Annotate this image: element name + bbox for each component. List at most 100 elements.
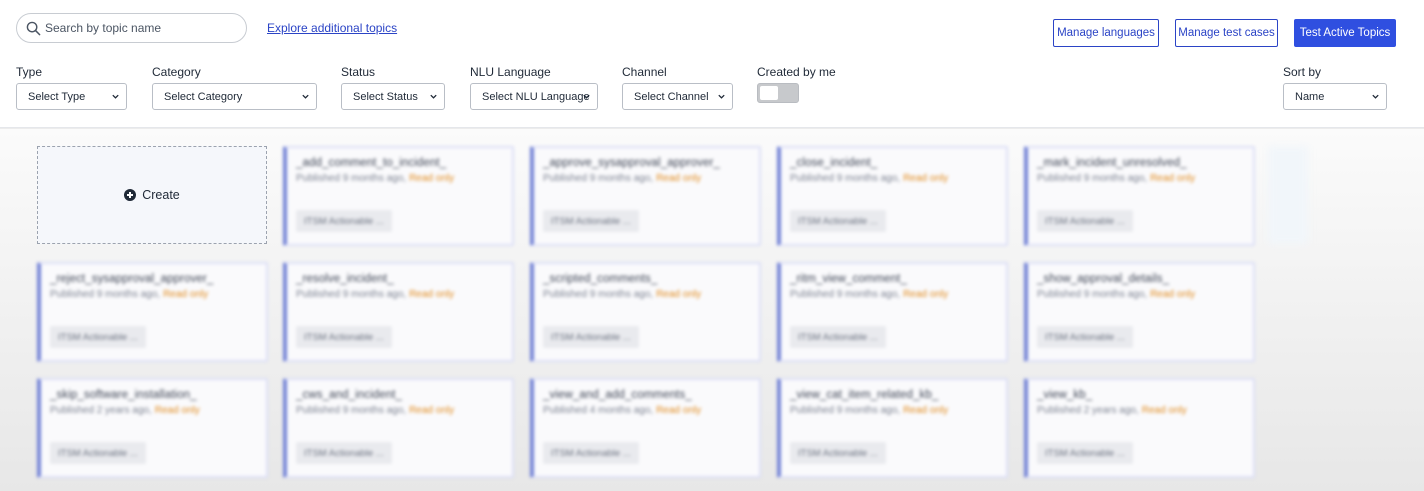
status-select-value: Select Status	[353, 90, 418, 103]
topic-category-tag: ITSM Actionable ...	[790, 326, 886, 348]
topic-card[interactable]: _ritm_view_comment_ Published 9 months ag…	[777, 262, 1008, 362]
plus-circle-icon	[124, 189, 137, 201]
category-select[interactable]: Select Category	[152, 83, 317, 110]
topic-card[interactable]: _view_cat_item_related_kb_ Published 9 mo…	[777, 378, 1008, 478]
topic-published: Published 9 months ago,	[790, 289, 901, 300]
topic-card[interactable]: _scripted_comments_ Published 9 months ag…	[530, 262, 761, 362]
topic-meta: Published 9 months ago, Read only	[1037, 289, 1195, 300]
topic-card[interactable]: _mark_incident_unresolved_ Published 9 mo…	[1024, 146, 1255, 246]
topic-category-tag: ITSM Actionable ...	[296, 442, 392, 464]
nlu-language-select[interactable]: Select NLU Language	[470, 83, 598, 110]
search-icon	[26, 21, 41, 35]
topic-name: _close_incident_	[790, 157, 878, 169]
topic-category-tag: ITSM Actionable ...	[50, 326, 146, 348]
topic-published: Published 9 months ago,	[296, 289, 407, 300]
channel-select[interactable]: Select Channel	[622, 83, 733, 110]
topic-category-tag: ITSM Actionable ...	[50, 442, 146, 464]
created-by-me-toggle[interactable]	[757, 83, 799, 103]
topic-card[interactable]: _resolve_incident_ Published 9 months ago…	[283, 262, 514, 362]
topic-published: Published 9 months ago,	[1037, 289, 1148, 300]
topic-status: Read only	[409, 173, 455, 184]
type-select[interactable]: Select Type	[16, 83, 127, 110]
topic-category-tag: ITSM Actionable ...	[790, 442, 886, 464]
topic-card[interactable]: _cws_and_incident_ Published 9 months ago…	[283, 378, 514, 478]
chevron-down-icon	[112, 94, 119, 99]
status-select[interactable]: Select Status	[341, 83, 445, 110]
topic-status: Read only	[656, 173, 702, 184]
topic-category-tag: ITSM Actionable ...	[296, 326, 392, 348]
topic-card[interactable]: _reject_sysapproval_approver_ Published 9…	[37, 262, 268, 362]
chevron-down-icon	[302, 94, 309, 99]
category-select-value: Select Category	[164, 90, 243, 103]
topic-card[interactable]: _approve_sysapproval_approver_ Published …	[530, 146, 761, 246]
topic-category-tag: ITSM Actionable ...	[296, 210, 392, 232]
topic-name: _add_comment_to_incident_	[296, 157, 447, 169]
create-topic-card[interactable]: Create	[37, 146, 267, 244]
topic-card[interactable]: _skip_software_installation_ Published 2 …	[37, 378, 268, 478]
topics-header: Explore additional topics Manage languag…	[0, 0, 1424, 128]
chevron-down-icon	[718, 94, 725, 99]
topic-status: Read only	[1150, 173, 1196, 184]
topic-name: _show_approval_details_	[1037, 273, 1170, 285]
topic-published: Published 9 months ago,	[1037, 173, 1148, 184]
topic-category-tag: ITSM Actionable ...	[1037, 210, 1133, 232]
nlu-language-select-value: Select NLU Language	[482, 90, 590, 103]
topic-name: _skip_software_installation_	[50, 389, 197, 401]
topic-meta: Published 2 years ago, Read only	[50, 405, 200, 416]
topic-meta: Published 4 months ago, Read only	[543, 405, 701, 416]
sort-by-select[interactable]: Name	[1283, 83, 1387, 110]
topic-card[interactable]: _view_kb_ Published 2 years ago, Read only…	[1024, 378, 1255, 478]
topic-category-tag: ITSM Actionable ...	[1037, 326, 1133, 348]
status-filter-label: Status	[341, 65, 376, 79]
topic-status: Read only	[903, 173, 949, 184]
topic-meta: Published 9 months ago, Read only	[543, 289, 701, 300]
topic-card[interactable]: _close_incident_ Published 9 months ago, R…	[777, 146, 1008, 246]
chevron-down-icon	[583, 94, 590, 99]
test-active-topics-button[interactable]: Test Active Topics	[1294, 19, 1396, 47]
topic-meta: Published 9 months ago, Read only	[543, 173, 701, 184]
topic-status: Read only	[1150, 289, 1196, 300]
type-select-value: Select Type	[28, 90, 86, 103]
topic-meta: Published 9 months ago, Read only	[296, 405, 454, 416]
manage-test-cases-button[interactable]: Manage test cases	[1175, 19, 1278, 47]
topic-category-tag: ITSM Actionable ...	[543, 210, 639, 232]
topic-name: _reject_sysapproval_approver_	[50, 273, 214, 285]
topic-card[interactable]: _view_and_add_comments_ Published 4 month…	[530, 378, 761, 478]
created-by-me-label: Created by me	[757, 65, 836, 79]
topic-published: Published 9 months ago,	[296, 173, 407, 184]
category-filter-label: Category	[152, 65, 201, 79]
topic-status: Read only	[656, 289, 702, 300]
topic-published: Published 9 months ago,	[790, 405, 901, 416]
topic-meta: Published 9 months ago, Read only	[790, 289, 948, 300]
topics-grid: Create _add_comment_to_incident_ Publishe…	[0, 129, 1424, 491]
topic-status: Read only	[903, 405, 949, 416]
topic-name: _mark_incident_unresolved_	[1037, 157, 1187, 169]
topic-meta: Published 9 months ago, Read only	[790, 173, 948, 184]
topic-status: Read only	[409, 289, 455, 300]
topic-status: Read only	[656, 405, 702, 416]
topic-card[interactable]: _show_approval_details_ Published 9 month…	[1024, 262, 1255, 362]
search-box[interactable]	[16, 13, 247, 43]
channel-select-value: Select Channel	[634, 90, 709, 103]
topic-category-tag: ITSM Actionable ...	[790, 210, 886, 232]
toggle-knob	[760, 86, 778, 100]
topic-published: Published 9 months ago,	[296, 405, 407, 416]
topic-published: Published 9 months ago,	[543, 173, 654, 184]
partial-card	[1268, 146, 1308, 244]
explore-additional-topics-link[interactable]: Explore additional topics	[267, 21, 397, 35]
topic-status: Read only	[903, 289, 949, 300]
type-filter-label: Type	[16, 65, 43, 79]
topic-card[interactable]: _add_comment_to_incident_ Published 9 mon…	[283, 146, 514, 246]
topic-name: _view_and_add_comments_	[543, 389, 692, 401]
manage-languages-button[interactable]: Manage languages	[1053, 19, 1159, 47]
topic-category-tag: ITSM Actionable ...	[543, 442, 639, 464]
topic-name: _scripted_comments_	[543, 273, 658, 285]
topic-published: Published 9 months ago,	[790, 173, 901, 184]
topic-meta: Published 2 years ago, Read only	[1037, 405, 1187, 416]
search-input[interactable]	[45, 21, 235, 35]
topic-name: _approve_sysapproval_approver_	[543, 157, 720, 169]
chevron-down-icon	[430, 94, 437, 99]
sort-by-select-value: Name	[1295, 90, 1325, 103]
topic-meta: Published 9 months ago, Read only	[50, 289, 208, 300]
topic-category-tag: ITSM Actionable ...	[1037, 442, 1133, 464]
